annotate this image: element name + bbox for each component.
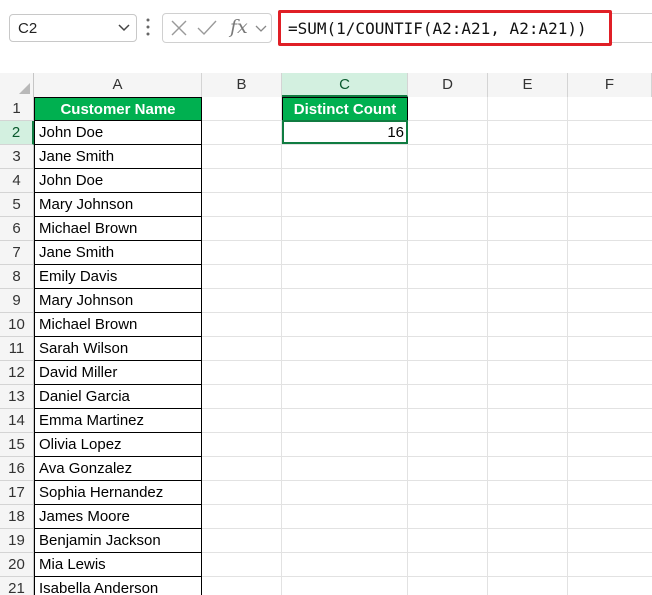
formula-input-overflow[interactable] (612, 13, 652, 43)
gridline (487, 97, 488, 595)
cell-c1[interactable]: Distinct Count (282, 97, 408, 121)
row-header-9[interactable]: 9 (0, 289, 34, 313)
row-header-10[interactable]: 10 (0, 313, 34, 337)
cell-a13[interactable]: Daniel Garcia (34, 384, 202, 409)
cell-a7[interactable]: Jane Smith (34, 240, 202, 265)
cell-a20[interactable]: Mia Lewis (34, 552, 202, 577)
cancel-icon[interactable] (171, 20, 187, 36)
row-header-7[interactable]: 7 (0, 241, 34, 265)
row-header-18[interactable]: 18 (0, 505, 34, 529)
row-header-11[interactable]: 11 (0, 337, 34, 361)
cell-a6[interactable]: Michael Brown (34, 216, 202, 241)
formula-input[interactable]: =SUM(1/COUNTIF(A2:A21, A2:A21)) (278, 10, 612, 46)
row-header-15[interactable]: 15 (0, 433, 34, 457)
row-header-6[interactable]: 6 (0, 217, 34, 241)
row-header-16[interactable]: 16 (0, 457, 34, 481)
gridline (407, 97, 408, 595)
formula-bar: C2 fx =SUM(1/COUNTIF(A2:A21, A2:A21)) (0, 0, 652, 56)
row-header-14[interactable]: 14 (0, 409, 34, 433)
more-options-icon[interactable] (146, 17, 150, 37)
cell-a21[interactable]: Isabella Anderson (34, 576, 202, 595)
cell-a8[interactable]: Emily Davis (34, 264, 202, 289)
gridline (567, 97, 568, 595)
cell-a12[interactable]: David Miller (34, 360, 202, 385)
row-header-20[interactable]: 20 (0, 553, 34, 577)
cell-a1[interactable]: Customer Name (34, 97, 202, 121)
insert-function-icon[interactable]: fx (230, 16, 248, 38)
formula-controls: fx (162, 13, 272, 43)
cell-a9[interactable]: Mary Johnson (34, 288, 202, 313)
cell-a4[interactable]: John Doe (34, 168, 202, 193)
chevron-down-icon[interactable] (255, 24, 267, 34)
name-box-value: C2 (18, 20, 38, 37)
cell-a14[interactable]: Emma Martinez (34, 408, 202, 433)
row-header-4[interactable]: 4 (0, 169, 34, 193)
row-header-12[interactable]: 12 (0, 361, 34, 385)
column-header-b[interactable]: B (202, 73, 282, 97)
row-header-19[interactable]: 19 (0, 529, 34, 553)
check-icon[interactable] (197, 20, 217, 36)
column-header-e[interactable]: E (488, 73, 568, 97)
column-header-d[interactable]: D (408, 73, 488, 97)
cell-a2[interactable]: John Doe (34, 120, 202, 145)
row-header-1[interactable]: 1 (0, 97, 34, 121)
cell-a5[interactable]: Mary Johnson (34, 192, 202, 217)
name-box[interactable]: C2 (9, 14, 137, 42)
formula-text: =SUM(1/COUNTIF(A2:A21, A2:A21)) (288, 19, 587, 38)
row-header-8[interactable]: 8 (0, 265, 34, 289)
column-header-c[interactable]: C (282, 73, 408, 97)
cell-a15[interactable]: Olivia Lopez (34, 432, 202, 457)
select-all-button[interactable] (0, 73, 34, 97)
cell-a17[interactable]: Sophia Hernandez (34, 480, 202, 505)
row-header-5[interactable]: 5 (0, 193, 34, 217)
cell-a16[interactable]: Ava Gonzalez (34, 456, 202, 481)
cell-a10[interactable]: Michael Brown (34, 312, 202, 337)
cell-a19[interactable]: Benjamin Jackson (34, 528, 202, 553)
cell-a11[interactable]: Sarah Wilson (34, 336, 202, 361)
chevron-down-icon[interactable] (118, 23, 130, 33)
row-header-2[interactable]: 2 (0, 121, 34, 145)
cell-a3[interactable]: Jane Smith (34, 144, 202, 169)
cell-a18[interactable]: James Moore (34, 504, 202, 529)
cell-c2[interactable]: 16 (282, 120, 408, 144)
row-header-21[interactable]: 21 (0, 577, 34, 595)
column-header-a[interactable]: A (34, 73, 202, 97)
row-header-3[interactable]: 3 (0, 145, 34, 169)
select-all-icon (19, 83, 30, 94)
spreadsheet-grid: A B C D E F 1 2 3 4 5 6 7 8 9 10 11 12 13 14 15 16 17 18 1… (0, 73, 652, 595)
gridline (281, 97, 282, 595)
column-header-f[interactable]: F (568, 73, 652, 97)
row-header-13[interactable]: 13 (0, 385, 34, 409)
row-header-17[interactable]: 17 (0, 481, 34, 505)
